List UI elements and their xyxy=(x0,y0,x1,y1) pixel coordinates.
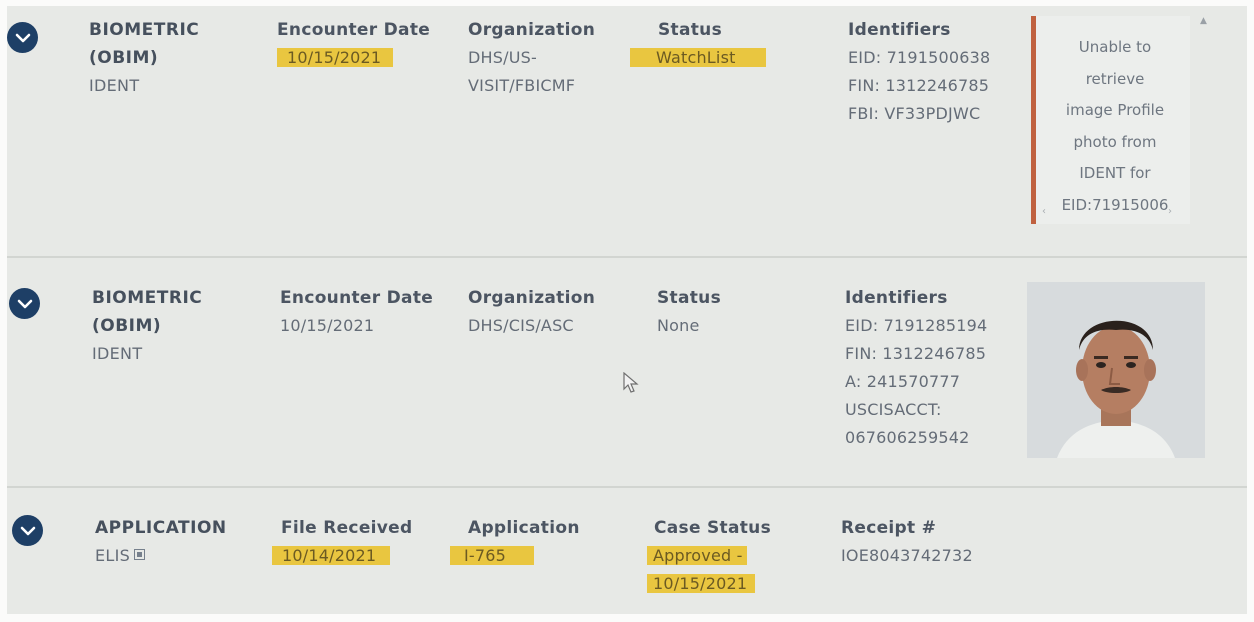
chevron-down-icon[interactable] xyxy=(9,288,40,319)
encounter-date-column: Encounter Date 10/15/2021 xyxy=(277,16,430,72)
source-type: BIOMETRIC xyxy=(92,288,203,308)
status-column: Status WatchList xyxy=(630,16,766,72)
scroll-right-arrow-icon[interactable]: › xyxy=(1168,206,1172,217)
chevron-down-icon[interactable] xyxy=(12,515,43,546)
encounter-date-value: 10/15/2021 xyxy=(277,48,394,67)
application-label: Application xyxy=(468,518,580,538)
record-source: APPLICATION ELIS xyxy=(95,514,227,570)
source-type-cont: (OBIM) xyxy=(92,316,162,336)
encounter-date-column: Encounter Date 10/15/2021 xyxy=(280,284,433,340)
record-row-application[interactable]: APPLICATION ELIS File Received 10/14/202… xyxy=(7,488,1247,614)
case-status-label: Case Status xyxy=(654,518,772,538)
external-link-icon[interactable] xyxy=(134,549,146,560)
receipt-label: Receipt # xyxy=(841,518,937,538)
case-status-value-line1: Approved - xyxy=(647,546,747,565)
identifier-fin: FIN: 1312246785 xyxy=(848,76,990,95)
identifier-uscis-account-label: USCISACCT: xyxy=(845,400,942,419)
chevron-down-icon[interactable] xyxy=(7,22,38,53)
identifier-fin: FIN: 1312246785 xyxy=(845,344,987,363)
photo-error-message: Unable to retrieve image Profile photo f… xyxy=(1061,38,1169,214)
source-type: APPLICATION xyxy=(95,518,227,538)
file-received-value: 10/14/2021 xyxy=(272,546,391,565)
record-row-biometric-watchlist[interactable]: BIOMETRIC (OBIM) IDENT Encounter Date 10… xyxy=(7,6,1247,256)
file-received-label: File Received xyxy=(281,518,413,538)
encounter-date-label: Encounter Date xyxy=(280,288,434,308)
status-value: WatchList xyxy=(630,48,766,67)
organization-value: DHS/CIS/ASC xyxy=(468,316,574,335)
scroll-up-arrow-icon[interactable]: ▲ xyxy=(1200,16,1207,26)
identifiers-column: Identifiers EID: 7191500638 FIN: 1312246… xyxy=(848,16,990,128)
identifier-uscis-account-value: 067606259542 xyxy=(845,428,970,447)
application-column: Application I-765 xyxy=(450,514,580,570)
source-type: BIOMETRIC xyxy=(89,20,200,40)
identifier-fbi: FBI: VF33PDJWC xyxy=(848,104,981,123)
status-value: None xyxy=(657,316,700,335)
source-type-cont: (OBIM) xyxy=(89,48,159,68)
scroll-left-arrow-icon[interactable]: ‹ xyxy=(1042,206,1046,217)
source-system: IDENT xyxy=(92,344,143,363)
encounter-date-value: 10/15/2021 xyxy=(280,316,375,335)
record-source: BIOMETRIC (OBIM) IDENT xyxy=(89,16,199,100)
identifier-a-number: A: 241570777 xyxy=(845,372,961,391)
case-status-column: Case Status Approved - 10/15/2021 xyxy=(647,514,771,598)
identifier-eid: EID: 7191500638 xyxy=(848,48,991,67)
identifiers-column: Identifiers EID: 7191285194 FIN: 1312246… xyxy=(845,284,987,452)
application-value: I-765 xyxy=(450,546,535,565)
source-system: IDENT xyxy=(89,76,140,95)
identifiers-label: Identifiers xyxy=(848,20,951,40)
status-label: Status xyxy=(657,288,721,308)
encounter-history-panel: BIOMETRIC (OBIM) IDENT Encounter Date 10… xyxy=(7,6,1247,614)
organization-label: Organization xyxy=(468,20,596,40)
receipt-value: IOE8043742732 xyxy=(841,546,973,565)
organization-label: Organization xyxy=(468,288,596,308)
encounter-date-label: Encounter Date xyxy=(277,20,431,40)
record-source: BIOMETRIC (OBIM) IDENT xyxy=(92,284,202,368)
source-system-link[interactable]: ELIS xyxy=(95,542,227,570)
status-column: Status None xyxy=(657,284,721,340)
mouse-pointer-icon xyxy=(623,372,639,393)
identifiers-label: Identifiers xyxy=(845,288,948,308)
file-received-column: File Received 10/14/2021 xyxy=(272,514,412,570)
organization-column: Organization DHS/CIS/ASC xyxy=(468,284,595,340)
case-status-value-line2: 10/15/2021 xyxy=(647,574,756,593)
organization-value-line2: VISIT/FBICMF xyxy=(468,76,576,95)
organization-value-line1: DHS/US- xyxy=(468,48,537,67)
organization-column: Organization DHS/US- VISIT/FBICMF xyxy=(468,16,595,100)
profile-photo-placeholder: Unable to retrieve image Profile photo f… xyxy=(1031,16,1190,224)
identifier-eid: EID: 7191285194 xyxy=(845,316,988,335)
receipt-column: Receipt # IOE8043742732 xyxy=(841,514,973,570)
profile-photo xyxy=(1027,282,1205,458)
status-label: Status xyxy=(658,20,722,40)
